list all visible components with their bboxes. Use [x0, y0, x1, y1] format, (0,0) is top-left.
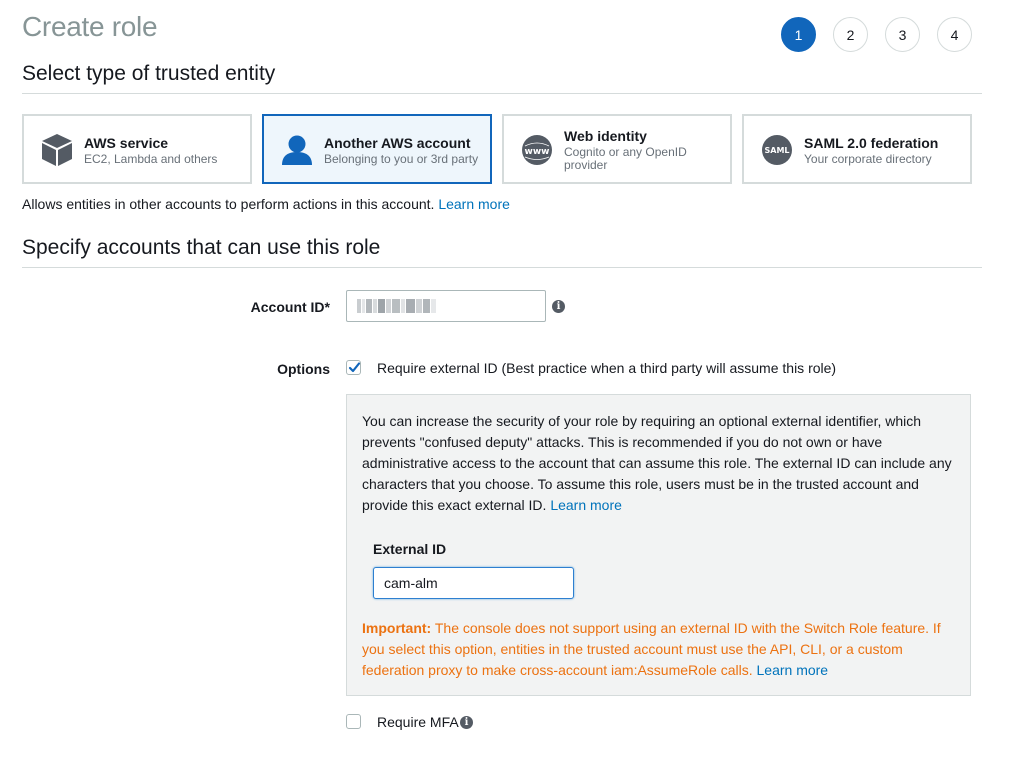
tile-title: AWS service — [84, 135, 169, 151]
entity-hint: Allows entities in other accounts to per… — [22, 196, 510, 212]
info-icon[interactable]: i — [552, 300, 565, 313]
important-warning: Important: The console does not support … — [362, 618, 962, 681]
external-id-label: External ID — [373, 541, 447, 557]
require-mfa-checkbox[interactable] — [346, 714, 361, 729]
info-icon[interactable]: i — [460, 716, 473, 729]
trusted-entity-tiles: AWS service EC2, Lambda and others Anoth… — [22, 114, 982, 184]
learn-more-link[interactable]: Learn more — [550, 497, 622, 513]
page-title: Create role — [22, 11, 158, 42]
cube-icon — [40, 133, 74, 167]
tile-title: Another AWS account — [324, 135, 471, 151]
account-id-masked-value — [357, 298, 437, 314]
step-4[interactable]: 4 — [937, 17, 972, 52]
tile-saml-federation[interactable]: SAML SAML 2.0 federation Your corporate … — [742, 114, 972, 184]
checkmark-icon — [348, 362, 361, 373]
tile-web-identity[interactable]: www Web identity Cognito or any OpenID p… — [502, 114, 732, 184]
require-mfa-label-text: Require MFA — [377, 714, 459, 730]
require-external-id-label[interactable]: Require external ID (Best practice when … — [377, 360, 836, 376]
wizard-steps: 1 2 3 4 — [781, 17, 989, 52]
section-divider — [22, 267, 982, 268]
www-globe-icon: www — [520, 133, 554, 167]
require-mfa-label[interactable]: Require MFA — [377, 714, 459, 730]
require-external-id-checkbox[interactable] — [346, 360, 361, 375]
external-id-description-text: You can increase the security of your ro… — [362, 413, 952, 513]
account-id-label: Account ID* — [250, 299, 330, 315]
tile-subtitle: Belonging to you or 3rd party — [324, 152, 479, 166]
user-icon — [280, 133, 314, 167]
learn-more-link[interactable]: Learn more — [757, 662, 829, 678]
tile-title: Web identity — [564, 128, 647, 144]
section-title-accounts: Specify accounts that can use this role — [22, 236, 381, 259]
learn-more-link[interactable]: Learn more — [438, 196, 510, 212]
saml-icon: SAML — [760, 133, 794, 167]
saml-icon-text: SAML — [764, 146, 789, 155]
tile-subtitle: EC2, Lambda and others — [84, 152, 218, 166]
step-2[interactable]: 2 — [833, 17, 868, 52]
svg-text:www: www — [525, 147, 550, 157]
step-1[interactable]: 1 — [781, 17, 816, 52]
tile-aws-service[interactable]: AWS service EC2, Lambda and others — [22, 114, 252, 184]
external-id-panel: You can increase the security of your ro… — [346, 394, 971, 696]
entity-hint-text: Allows entities in other accounts to per… — [22, 196, 435, 212]
important-text: The console does not support using an ex… — [362, 620, 941, 678]
section-divider — [22, 93, 982, 94]
tile-subtitle: Cognito or any OpenID provider — [564, 145, 687, 172]
options-label: Options — [277, 361, 330, 377]
tile-subtitle: Your corporate directory — [804, 152, 932, 166]
tile-another-aws-account[interactable]: Another AWS account Belonging to you or … — [262, 114, 492, 184]
external-id-description: You can increase the security of your ro… — [362, 411, 962, 516]
tile-title: SAML 2.0 federation — [804, 135, 939, 151]
step-3[interactable]: 3 — [885, 17, 920, 52]
external-id-input[interactable] — [373, 567, 574, 599]
important-label: Important: — [362, 620, 432, 636]
section-title-trusted-entity: Select type of trusted entity — [22, 62, 276, 85]
